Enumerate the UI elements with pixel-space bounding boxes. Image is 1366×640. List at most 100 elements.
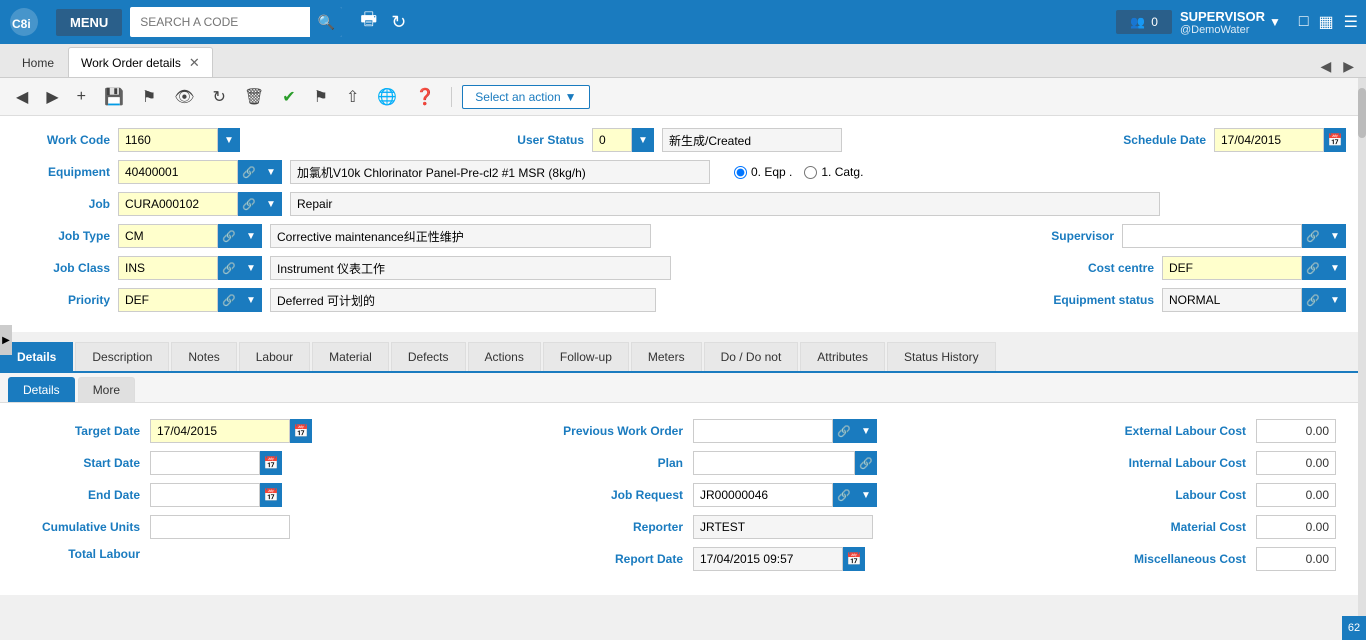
- tab-status-history[interactable]: Status History: [887, 342, 996, 371]
- supervisor-input[interactable]: [1122, 224, 1302, 248]
- sub-tab-details[interactable]: Details: [8, 377, 75, 402]
- job-request-input[interactable]: [693, 483, 833, 507]
- cost-centre-dropdown[interactable]: ▼: [1324, 256, 1346, 280]
- upload-button[interactable]: ⇧: [340, 83, 365, 111]
- notification-button[interactable]: 👥 0: [1116, 10, 1172, 34]
- plan-input[interactable]: [693, 451, 855, 475]
- work-code-dropdown[interactable]: ▼: [218, 128, 240, 152]
- radio-catg-input[interactable]: [804, 166, 817, 179]
- tab-notes[interactable]: Notes: [171, 342, 236, 371]
- tab-labour[interactable]: Labour: [239, 342, 310, 371]
- check-button[interactable]: ✔: [276, 83, 301, 111]
- tab-description[interactable]: Description: [75, 342, 169, 371]
- side-expand-arrow[interactable]: ▶: [0, 325, 12, 355]
- tab-work-order-details[interactable]: Work Order details ✕: [68, 47, 213, 77]
- job-request-dropdown[interactable]: ▼: [855, 483, 877, 507]
- user-status-dropdown[interactable]: ▼: [632, 128, 654, 152]
- priority-link-icon[interactable]: 🔗: [218, 288, 240, 312]
- supervisor-dropdown[interactable]: ▼: [1324, 224, 1346, 248]
- help-button[interactable]: ❓: [409, 83, 441, 111]
- tab-do-do-not[interactable]: Do / Do not: [704, 342, 799, 371]
- tab-actions[interactable]: Actions: [468, 342, 541, 371]
- equipment-input[interactable]: [118, 160, 238, 184]
- view-button[interactable]: 👁: [168, 83, 200, 111]
- report-date-calendar-icon[interactable]: 📅: [843, 547, 865, 571]
- priority-dropdown[interactable]: ▼: [240, 288, 262, 312]
- tab-close-icon[interactable]: ✕: [189, 55, 200, 71]
- corner-indicator: 62: [1342, 616, 1366, 640]
- tab-defects[interactable]: Defects: [391, 342, 466, 371]
- equipment-status-dropdown[interactable]: ▼: [1324, 288, 1346, 312]
- user-status-input[interactable]: [592, 128, 632, 152]
- priority-input[interactable]: [118, 288, 218, 312]
- menu-button[interactable]: MENU: [56, 9, 122, 36]
- int-labour-cost-value: [1256, 451, 1336, 475]
- user-area[interactable]: SUPERVISOR @DemoWater ▼: [1180, 9, 1281, 36]
- equipment-link-icon[interactable]: 🔗: [238, 160, 260, 184]
- cost-centre-link-icon[interactable]: 🔗: [1302, 256, 1324, 280]
- work-code-input[interactable]: [118, 128, 218, 152]
- start-date-input[interactable]: [150, 451, 260, 475]
- job-input[interactable]: [118, 192, 238, 216]
- job-type-link-icon[interactable]: 🔗: [218, 224, 240, 248]
- job-class-input[interactable]: [118, 256, 218, 280]
- int-labour-cost-label: Internal Labour Cost: [1086, 456, 1246, 470]
- tab-nav-left[interactable]: ◀: [1316, 56, 1335, 77]
- job-class-link-icon[interactable]: 🔗: [218, 256, 240, 280]
- prev-work-order-link-icon[interactable]: 🔗: [833, 419, 855, 443]
- add-button[interactable]: +: [71, 84, 92, 110]
- target-date-calendar-icon[interactable]: 📅: [290, 419, 312, 443]
- globe-button[interactable]: 🌐: [371, 83, 403, 111]
- cumulative-units-input[interactable]: [150, 515, 290, 539]
- target-date-input[interactable]: [150, 419, 290, 443]
- save-button[interactable]: 💾: [98, 83, 130, 111]
- layout-icon[interactable]: ▦: [1319, 12, 1334, 32]
- bookmark-button[interactable]: ⚑: [136, 83, 162, 111]
- prev-work-order-dropdown[interactable]: ▼: [855, 419, 877, 443]
- radio-eqp-input[interactable]: [734, 166, 747, 179]
- section-tabs: Details Description Notes Labour Materia…: [0, 342, 1366, 373]
- tab-follow-up[interactable]: Follow-up: [543, 342, 629, 371]
- sync-button[interactable]: ↻: [207, 83, 232, 111]
- supervisor-field: 🔗 ▼: [1122, 224, 1346, 248]
- sub-tab-more[interactable]: More: [78, 377, 135, 402]
- search-button[interactable]: 🔍: [310, 7, 342, 37]
- cost-centre-input[interactable]: [1162, 256, 1302, 280]
- plan-link-icon[interactable]: 🔗: [855, 451, 877, 475]
- prev-work-order-input[interactable]: [693, 419, 833, 443]
- search-input[interactable]: [130, 15, 310, 29]
- equipment-status-link-icon[interactable]: 🔗: [1302, 288, 1324, 312]
- job-type-dropdown[interactable]: ▼: [240, 224, 262, 248]
- end-date-calendar-icon[interactable]: 📅: [260, 483, 282, 507]
- row-target-date: Target Date 📅: [20, 419, 523, 443]
- job-link-icon[interactable]: 🔗: [238, 192, 260, 216]
- refresh-icon[interactable]: ↻: [391, 12, 406, 33]
- nav-forward-button[interactable]: ▶: [40, 83, 64, 111]
- end-date-input[interactable]: [150, 483, 260, 507]
- job-dropdown[interactable]: ▼: [260, 192, 282, 216]
- tab-meters[interactable]: Meters: [631, 342, 702, 371]
- job-class-dropdown[interactable]: ▼: [240, 256, 262, 280]
- job-type-input[interactable]: [118, 224, 218, 248]
- job-request-link-icon[interactable]: 🔗: [833, 483, 855, 507]
- schedule-date-calendar-icon[interactable]: 📅: [1324, 128, 1346, 152]
- menu-icon-right[interactable]: ☰: [1344, 12, 1358, 32]
- print-icon[interactable]: 🖶: [360, 7, 377, 37]
- radio-eqp: 0. Eqp .: [734, 165, 792, 179]
- window-icon[interactable]: □: [1299, 13, 1309, 31]
- tab-home[interactable]: Home: [8, 49, 68, 77]
- equipment-dropdown[interactable]: ▼: [260, 160, 282, 184]
- start-date-calendar-icon[interactable]: 📅: [260, 451, 282, 475]
- equipment-desc: [290, 160, 710, 184]
- select-action-button[interactable]: Select an action ▼: [462, 85, 589, 109]
- supervisor-link-icon[interactable]: 🔗: [1302, 224, 1324, 248]
- right-scrollbar[interactable]: [1358, 78, 1366, 640]
- tab-material[interactable]: Material: [312, 342, 389, 371]
- tab-nav-right[interactable]: ▶: [1339, 56, 1358, 77]
- delete-button[interactable]: 🗑: [238, 83, 270, 111]
- action-dropdown-icon: ▼: [565, 90, 577, 104]
- flag-button[interactable]: ⚑: [308, 83, 334, 111]
- schedule-date-input[interactable]: [1214, 128, 1324, 152]
- nav-back-button[interactable]: ◀: [10, 83, 34, 111]
- tab-attributes[interactable]: Attributes: [800, 342, 885, 371]
